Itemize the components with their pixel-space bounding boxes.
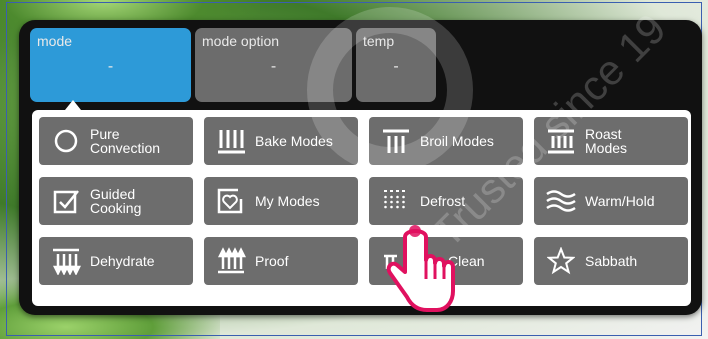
mode-label: Broil Modes — [420, 133, 494, 149]
oven-control-panel: mode - mode option - temp - Pure Convect… — [19, 20, 702, 315]
tab-mode-option-label: mode option — [202, 33, 280, 49]
dehydrate-icon — [48, 245, 84, 277]
proof-icon — [213, 245, 249, 277]
mode-label: Guided Cooking — [90, 186, 142, 216]
mode-button-warm-hold[interactable]: Warm/Hold — [534, 177, 688, 225]
tab-mode-label: mode — [37, 33, 73, 49]
mode-button-pure-convection[interactable]: Pure Convection — [39, 117, 193, 165]
defrost-icon — [378, 185, 414, 217]
mode-button-broil-modes[interactable]: Broil Modes — [369, 117, 523, 165]
mode-label: Warm/Hold — [585, 193, 655, 209]
mode-button-sabbath[interactable]: Sabbath — [534, 237, 688, 285]
mode-label: Roast Modes — [585, 126, 628, 156]
tab-temp[interactable]: temp - — [356, 28, 436, 102]
waves-icon — [543, 185, 579, 217]
mode-label: Pure Convection — [90, 126, 161, 156]
star-icon — [543, 245, 579, 277]
mode-button-roast-modes[interactable]: Roast Modes — [534, 117, 688, 165]
checkbox-icon — [48, 185, 84, 217]
circle-icon — [48, 125, 84, 157]
tap-hand-icon — [383, 217, 463, 322]
tab-mode-option-value: - — [270, 58, 277, 75]
broil-icon — [378, 125, 414, 157]
mode-grid: Pure Convection Bake Modes Broil Modes R… — [32, 110, 691, 306]
mode-label: Defrost — [420, 193, 466, 209]
bake-icon — [213, 125, 249, 157]
tab-mode-option[interactable]: mode option - — [195, 28, 352, 102]
mode-button-guided-cooking[interactable]: Guided Cooking — [39, 177, 193, 225]
tab-temp-value: - — [393, 58, 399, 75]
heart-box-icon — [213, 185, 249, 217]
mode-label: Dehydrate — [90, 253, 155, 269]
tab-temp-label: temp — [363, 33, 395, 49]
mode-button-my-modes[interactable]: My Modes — [204, 177, 358, 225]
mode-label: Proof — [255, 253, 289, 269]
mode-label: My Modes — [255, 193, 320, 209]
mode-label: Sabbath — [585, 253, 638, 269]
mode-button-proof[interactable]: Proof — [204, 237, 358, 285]
mode-label: Bake Modes — [255, 133, 333, 149]
mode-button-dehydrate[interactable]: Dehydrate — [39, 237, 193, 285]
roast-icon — [543, 125, 579, 157]
selection-pointer — [65, 100, 81, 110]
tab-mode[interactable]: mode - — [30, 28, 191, 102]
tab-mode-value: - — [107, 58, 114, 75]
mode-button-bake-modes[interactable]: Bake Modes — [204, 117, 358, 165]
